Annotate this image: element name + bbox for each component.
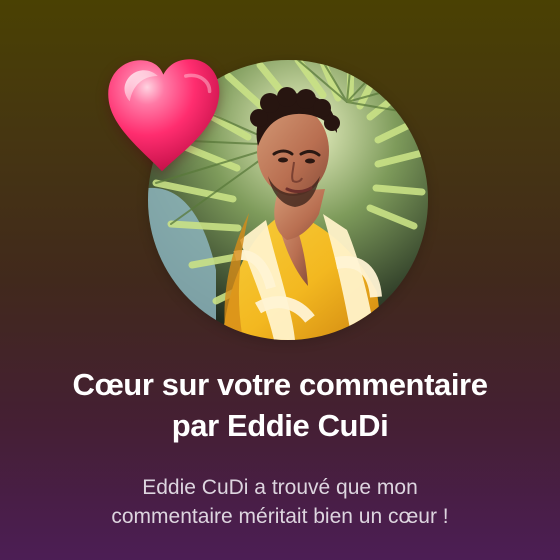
description-line-2: commentaire méritait bien un cœur ! bbox=[111, 504, 449, 528]
description-line-1: Eddie CuDi a trouvé que mon bbox=[142, 476, 418, 499]
title-line-2: par Eddie CuDi bbox=[171, 407, 389, 443]
title-line-1: Cœur sur votre commentaire bbox=[72, 367, 488, 402]
notification-title: Cœur sur votre commentaire par Eddie CuD… bbox=[20, 365, 540, 447]
heart-icon bbox=[108, 59, 220, 172]
notification-description: Eddie CuDi a trouvé que mon commentaire … bbox=[30, 474, 530, 531]
heart-notification-card: Cœur sur votre commentaire par Eddie CuD… bbox=[0, 0, 560, 560]
